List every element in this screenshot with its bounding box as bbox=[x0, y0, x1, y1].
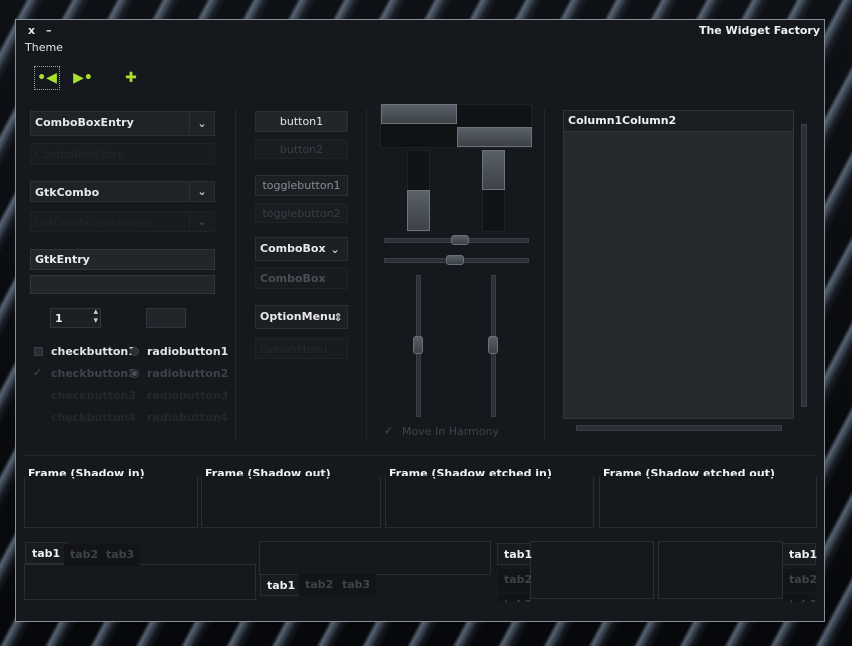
column2-header[interactable]: Column2 bbox=[622, 114, 676, 127]
option-menu-disabled: OptionMenu bbox=[255, 338, 348, 359]
togglebutton2: togglebutton2 bbox=[255, 203, 348, 223]
updown-icon[interactable]: ⇕ bbox=[329, 306, 347, 328]
notebook-top-tab3[interactable]: tab3 bbox=[100, 544, 141, 566]
radiobutton1-circle[interactable] bbox=[130, 347, 139, 356]
separator bbox=[24, 455, 818, 456]
frame-shadow-etched-in bbox=[385, 476, 594, 528]
spin-arrows[interactable]: ▴ ▾ bbox=[93, 308, 98, 326]
separator bbox=[366, 108, 367, 440]
spin-down-icon[interactable]: ▾ bbox=[93, 316, 98, 326]
radiobutton1-label[interactable]: radiobutton1 bbox=[147, 345, 228, 358]
add-icon: ✚ bbox=[125, 70, 137, 86]
notebook-top-tab2[interactable]: tab2 bbox=[64, 544, 105, 566]
notebook-right-tab2[interactable]: tab2 bbox=[783, 569, 817, 591]
notebook-left-tab1[interactable]: tab1 bbox=[497, 543, 532, 565]
combobox[interactable]: ComboBox ⌄ bbox=[255, 237, 348, 261]
tree-view[interactable]: Column1 Column2 bbox=[563, 110, 794, 419]
option-menu-text: OptionMenu bbox=[260, 310, 336, 323]
radiobutton2-circle bbox=[130, 369, 139, 378]
combobox-entry[interactable]: ComboBoxEntry ⌄ bbox=[30, 111, 215, 136]
horizontal-scrollbar[interactable] bbox=[576, 425, 782, 431]
combobox-entry-disabled: ComboBoxEntry bbox=[30, 143, 215, 165]
hscale-1-slider[interactable] bbox=[451, 235, 469, 245]
combobox-entry-text: ComboBoxEntry bbox=[35, 116, 134, 129]
notebook-bottom-tab1[interactable]: tab1 bbox=[260, 574, 303, 596]
notebook-top-page bbox=[24, 564, 256, 600]
hscale-2-slider[interactable] bbox=[446, 255, 464, 265]
move-in-harmony-label: Move In Harmony bbox=[402, 425, 499, 438]
notebook-bottom-tab3[interactable]: tab3 bbox=[336, 574, 377, 596]
notebook-left-page bbox=[530, 541, 654, 599]
button1[interactable]: button1 bbox=[255, 111, 348, 132]
chevron-down-icon[interactable]: ⌄ bbox=[323, 238, 347, 260]
column1-header[interactable]: Column1 bbox=[568, 114, 622, 127]
spin-value: 1 bbox=[55, 312, 63, 325]
button2: button2 bbox=[255, 139, 348, 159]
gtk-entry-disabled-text: GtkEntry bbox=[35, 279, 90, 292]
gtk-combo-disabled-text: GtkCombo (disabled) bbox=[35, 216, 152, 229]
notebook-bottom-tab2[interactable]: tab2 bbox=[299, 574, 340, 596]
spin-button[interactable]: 1 ▴ ▾ bbox=[50, 308, 101, 328]
notebook-right-tab1[interactable]: tab1 bbox=[782, 543, 817, 565]
vertical-scrollbar[interactable] bbox=[801, 124, 807, 407]
gtk-entry-disabled: GtkEntry bbox=[30, 275, 215, 294]
checkbutton1-box[interactable] bbox=[34, 347, 43, 356]
checkbutton1-label[interactable]: checkbutton1 bbox=[51, 345, 136, 358]
notebook-left-tab3[interactable]: tab3 bbox=[498, 594, 530, 602]
vscale-1-slider[interactable] bbox=[413, 336, 423, 354]
checkbutton4-label: checkbutton4 bbox=[51, 411, 136, 424]
option-menu-disabled-text: OptionMenu bbox=[260, 343, 327, 356]
option-menu[interactable]: OptionMenu ⇕ bbox=[255, 305, 348, 329]
add-button[interactable]: ✚ bbox=[118, 66, 144, 90]
combobox-text: ComboBox bbox=[260, 242, 326, 255]
notebook-left-tab2[interactable]: tab2 bbox=[498, 569, 532, 591]
go-back-icon: •◀ bbox=[37, 70, 57, 86]
vscale-2-slider[interactable] bbox=[488, 336, 498, 354]
frame-shadow-in bbox=[24, 476, 198, 528]
progress-bar-vertical-1 bbox=[407, 190, 430, 231]
notebook-bottom-page bbox=[259, 541, 491, 575]
chevron-down-icon: ⌄ bbox=[189, 212, 214, 231]
radiobutton4-label: radiobutton4 bbox=[147, 411, 229, 424]
progress-bar-horizontal-1 bbox=[381, 104, 457, 124]
radiobutton2-label: radiobutton2 bbox=[147, 367, 229, 380]
gtk-entry-text: GtkEntry bbox=[35, 253, 90, 266]
combobox-entry-disabled-text: ComboBoxEntry bbox=[35, 148, 124, 161]
gtk-combo-disabled: GtkCombo (disabled) ⌄ bbox=[30, 211, 215, 232]
forward-button[interactable]: ▶• bbox=[70, 66, 96, 90]
gtk-combo[interactable]: GtkCombo ⌄ bbox=[30, 181, 215, 202]
progress-bar-horizontal-2 bbox=[457, 127, 532, 147]
combobox-disabled-text: ComboBox bbox=[260, 272, 326, 285]
minimize-button[interactable]: – bbox=[46, 24, 52, 37]
separator bbox=[544, 108, 545, 440]
chevron-down-icon[interactable]: ⌄ bbox=[189, 182, 214, 201]
gtk-entry[interactable]: GtkEntry bbox=[30, 249, 215, 270]
spin-button-disabled bbox=[146, 308, 186, 328]
separator bbox=[235, 108, 236, 440]
notebook-right-tab3[interactable]: tab3 bbox=[783, 594, 815, 602]
progress-bar-vertical-2 bbox=[482, 150, 505, 190]
back-button[interactable]: •◀ bbox=[34, 66, 60, 90]
togglebutton1[interactable]: togglebutton1 bbox=[255, 175, 348, 196]
go-forward-icon: ▶• bbox=[73, 70, 93, 86]
frame-shadow-etched-out bbox=[599, 476, 817, 528]
gtk-combo-text: GtkCombo bbox=[35, 186, 100, 199]
checkbutton2-label: checkbutton2 bbox=[51, 367, 136, 380]
frame-shadow-out bbox=[201, 476, 381, 528]
checkbutton3-label: checkbutton3 bbox=[51, 389, 136, 402]
chevron-down-icon[interactable]: ⌄ bbox=[189, 112, 214, 135]
widget-factory-window: x – The Widget Factory Theme •◀ ▶• ✚ Com… bbox=[15, 19, 825, 622]
title-bar: x – The Widget Factory bbox=[16, 20, 824, 42]
close-button[interactable]: x bbox=[28, 24, 35, 37]
window-title: The Widget Factory bbox=[698, 24, 820, 37]
menu-theme[interactable]: Theme bbox=[25, 41, 63, 54]
combobox-disabled: ComboBox bbox=[255, 267, 348, 289]
notebook-top-tab1[interactable]: tab1 bbox=[25, 542, 68, 564]
tree-header: Column1 Column2 bbox=[564, 111, 793, 132]
radiobutton3-label: radiobutton3 bbox=[147, 389, 229, 402]
notebook-right-page bbox=[658, 541, 783, 599]
check-icon: ✓ bbox=[384, 424, 394, 437]
check-icon: ✓ bbox=[33, 366, 43, 379]
